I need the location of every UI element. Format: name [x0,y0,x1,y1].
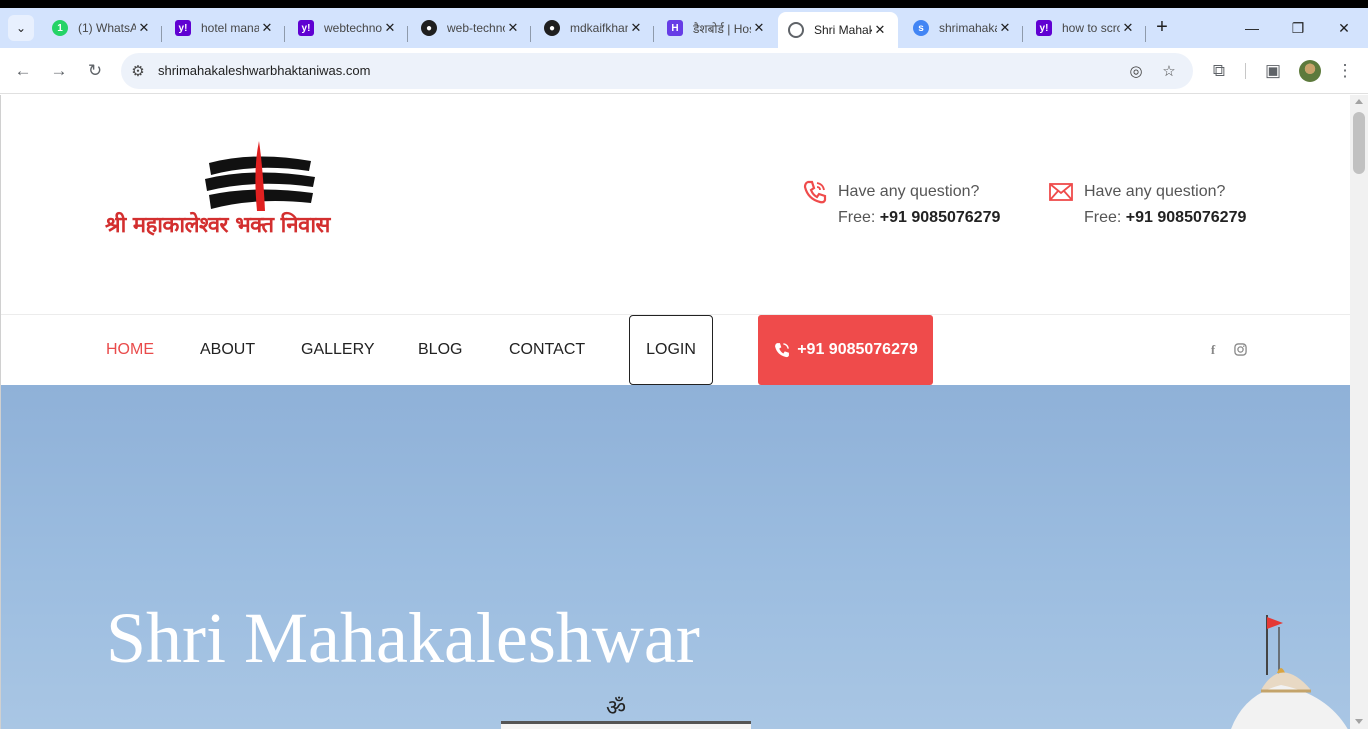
call-button-label: +91 9085076279 [797,341,918,358]
temple-building-image: ॐ [501,696,751,729]
facebook-icon[interactable]: f [1206,343,1220,357]
page-scrollbar[interactable] [1350,95,1368,729]
contact-phone-number[interactable]: +91 9085076279 [1126,209,1247,226]
close-tab-icon[interactable]: ✕ [136,20,152,36]
contact-question: Have any question? [838,183,980,200]
nav-home[interactable]: HOME [106,341,154,359]
site-icon: s [913,20,929,36]
login-button[interactable]: LOGIN [629,315,713,385]
nav-blog[interactable]: BLOG [418,341,462,359]
reload-icon[interactable]: ↻ [83,59,107,83]
temple-dome-image [1231,615,1348,729]
close-tab-icon[interactable]: ✕ [751,20,767,36]
instagram-icon[interactable] [1233,343,1247,357]
nav-contact[interactable]: CONTACT [509,341,585,359]
web-page: श्री महाकालेश्वर भक्त निवास Have any que… [0,95,1350,729]
contact-phone-block: Have any question? Free: +91 9085076279 [802,179,1000,231]
restore-icon[interactable]: ❐ [1288,20,1308,40]
bookmark-star-icon[interactable]: ☆ [1160,62,1178,80]
main-nav: HOME ABOUT GALLERY BLOG CONTACT LOGIN +9… [1,315,1350,385]
scroll-down-icon[interactable] [1355,719,1363,724]
close-tab-icon[interactable]: ✕ [997,20,1013,36]
site-info-icon[interactable]: ⚙ [129,62,147,80]
close-tab-icon[interactable]: ✕ [505,20,521,36]
close-tab-icon[interactable]: ✕ [872,22,888,38]
yahoo-icon: y! [1036,20,1052,36]
call-button[interactable]: +91 9085076279 [758,315,933,385]
logo-text: श्री महाकालेश्वर भक्त निवास [105,213,330,238]
github-icon: ● [421,20,437,36]
browser-tab[interactable]: H डैशबोर्ड | Hostinger ✕ [657,12,777,44]
close-tab-icon[interactable]: ✕ [382,20,398,36]
close-window-icon[interactable]: ✕ [1334,20,1354,40]
nav-gallery[interactable]: GALLERY [301,341,375,359]
free-label: Free: [838,209,880,226]
yahoo-icon: y! [175,20,191,36]
browser-tab[interactable]: ● mdkaifkhan ✕ [534,12,654,44]
back-icon[interactable]: ← [11,59,35,83]
address-bar[interactable]: ⚙ shrimahakaleshwarbhaktaniwas.com ◎ ☆ [121,53,1193,89]
profile-avatar[interactable] [1299,60,1321,82]
svg-text:ॐ: ॐ [606,696,626,721]
close-tab-icon[interactable]: ✕ [259,20,275,36]
url-text[interactable]: shrimahakaleshwarbhaktaniwas.com [158,63,370,78]
side-panel-icon[interactable]: ▣ [1261,59,1285,83]
browser-tab[interactable]: y! webtechnology ✕ [288,12,408,44]
site-logo[interactable]: श्री महाकालेश्वर भक्त निवास [105,139,410,243]
github-icon: ● [544,20,560,36]
new-tab-button[interactable]: + [1152,17,1172,38]
eye-off-icon[interactable]: ◎ [1127,62,1145,80]
whatsapp-icon: 1 [52,20,68,36]
browser-toolbar: ← → ↻ ⚙ shrimahakaleshwarbhaktaniwas.com… [0,48,1368,94]
browser-tab[interactable]: 1 (1) WhatsApp ✕ [42,12,162,44]
forward-icon[interactable]: → [47,59,71,83]
browser-tab-active[interactable]: Shri Mahakaleshwar ✕ [778,12,898,48]
contact-mail-block: Have any question? Free: +91 9085076279 [1048,179,1246,231]
phone-icon [775,343,790,358]
nav-about[interactable]: ABOUT [200,341,255,359]
free-label: Free: [1084,209,1126,226]
scroll-up-icon[interactable] [1355,99,1363,104]
browser-tab[interactable]: s shrimahakaleshwar ✕ [903,12,1023,44]
hostinger-icon: H [667,20,683,36]
extensions-icon[interactable]: ⧉ [1207,59,1231,83]
contact-phone-number[interactable]: +91 9085076279 [880,209,1001,226]
hero-title: Shri Mahakaleshwar [106,598,700,678]
browser-tab-bar: ⌄ 1 (1) WhatsApp ✕ y! hotel management ✕… [0,0,1368,48]
browser-tab[interactable]: ● web-technology ✕ [411,12,531,44]
yahoo-icon: y! [298,20,314,36]
tripundra-logo-icon [205,141,315,211]
close-tab-icon[interactable]: ✕ [628,20,644,36]
globe-icon [788,22,804,38]
contact-question: Have any question? [1084,183,1226,200]
phone-icon [803,180,827,204]
hero-banner: ॐ Shri Mahakaleshwar [1,385,1350,729]
scrollbar-thumb[interactable] [1353,112,1365,174]
close-tab-icon[interactable]: ✕ [1120,20,1136,36]
browser-tab[interactable]: y! hotel management ✕ [165,12,285,44]
menu-icon[interactable]: ⋮ [1333,59,1357,83]
browser-tab[interactable]: y! how to scroll ✕ [1026,12,1146,44]
tab-search-button[interactable]: ⌄ [8,15,34,41]
mail-icon [1049,183,1073,201]
minimize-icon[interactable]: — [1242,20,1262,40]
